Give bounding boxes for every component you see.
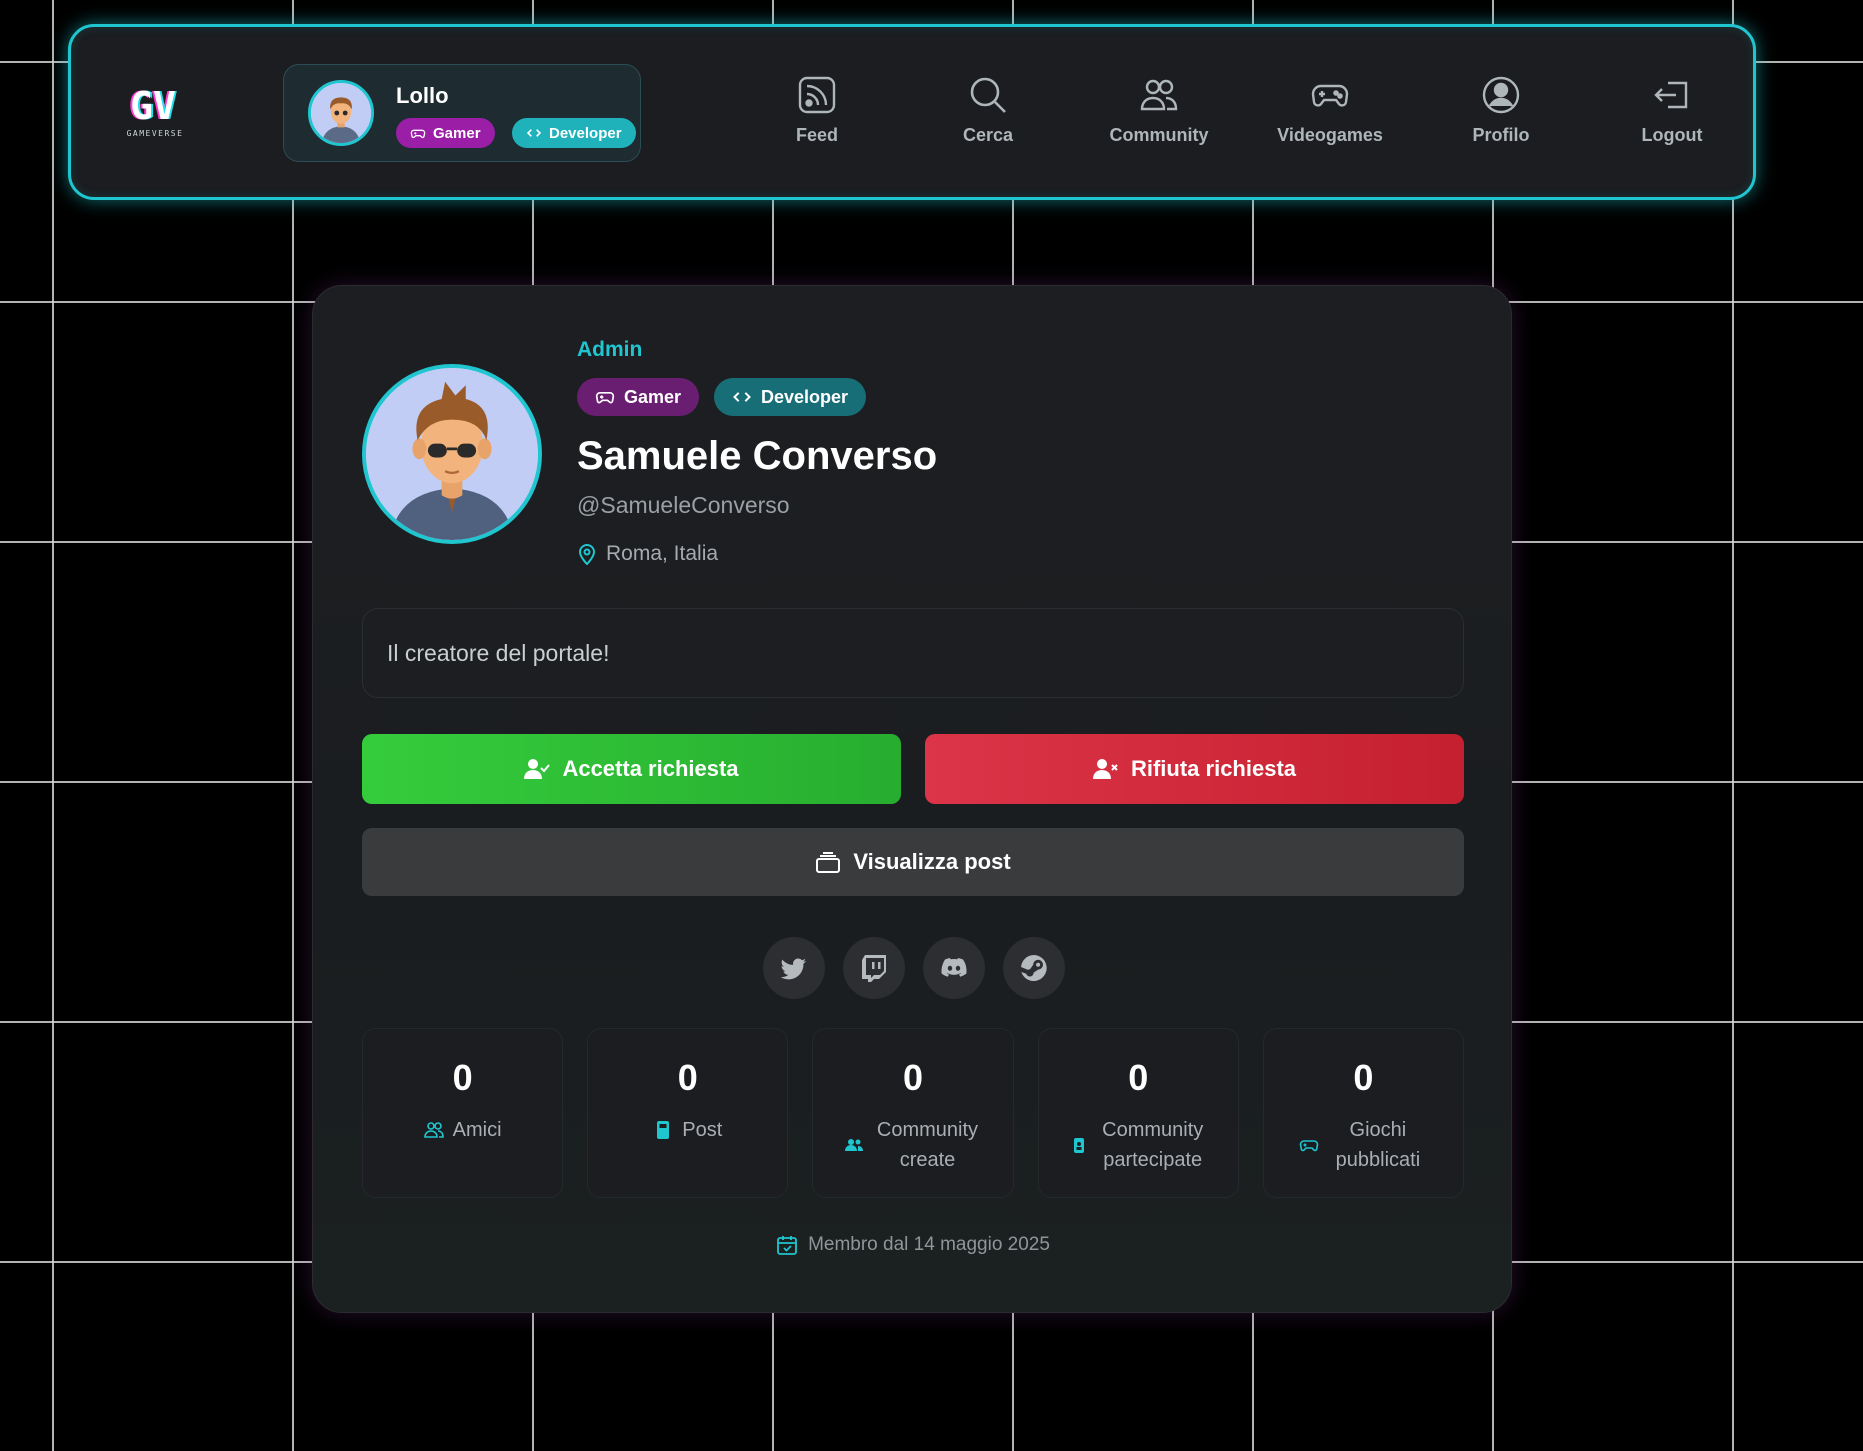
profile-badge-developer: Developer — [714, 378, 867, 416]
calendar-check-icon — [777, 1236, 797, 1255]
map-pin-icon — [578, 544, 596, 565]
stat-label: Post — [682, 1119, 723, 1141]
profile-full-name: Samuele Converso — [577, 434, 938, 478]
nav-feed[interactable]: Feed — [742, 75, 892, 155]
logo-subtitle: GAMEVERSE — [126, 129, 184, 138]
user-check-icon — [524, 759, 551, 779]
gamepad-icon — [595, 392, 615, 404]
stat-community-create: 0 Community create — [812, 1028, 1014, 1198]
reject-request-button[interactable]: Rifiuta richiesta — [925, 734, 1464, 804]
badge-icon — [1073, 1138, 1084, 1153]
stat-community-partecipate: 0 Community partecipate — [1037, 1028, 1239, 1198]
stat-post: 0 Post — [587, 1028, 789, 1198]
current-user-chip[interactable]: Lollo Gamer Developer — [283, 64, 641, 162]
steam-icon — [1021, 954, 1047, 981]
member-since: Membro dal 14 maggio 2025 — [313, 1234, 1513, 1256]
rss-icon — [798, 76, 836, 114]
twitch-icon — [862, 955, 886, 982]
profile-bio: Il creatore del portale! — [362, 608, 1464, 698]
stat-value: 0 — [1128, 1057, 1149, 1098]
twitter-link[interactable] — [763, 937, 825, 999]
accept-request-button[interactable]: Accetta richiesta — [362, 734, 901, 804]
stat-label: Community create — [876, 1119, 979, 1171]
profile-badge-gamer: Gamer — [577, 378, 700, 416]
post-icon — [657, 1121, 670, 1139]
profile-location: Roma, Italia — [577, 542, 718, 566]
code-icon — [526, 129, 542, 137]
gamepad-icon — [1299, 1140, 1319, 1152]
logo-gv-icon: GV GV GV — [128, 84, 178, 127]
profile-role: Admin — [577, 338, 643, 361]
top-navbar: GV GV GV GAMEVERSE Lollo Gamer Developer — [68, 24, 1756, 200]
people-icon — [423, 1122, 444, 1138]
twitch-link[interactable] — [843, 937, 905, 999]
stat-label: Amici — [452, 1119, 502, 1141]
steam-link[interactable] — [1003, 937, 1065, 999]
search-icon — [970, 77, 1006, 113]
view-posts-button[interactable]: Visualizza post — [362, 828, 1464, 896]
user-badge-developer: Developer — [512, 118, 636, 148]
user-x-icon — [1092, 759, 1118, 779]
stat-label: Giochi pubblicati — [1335, 1119, 1421, 1171]
logout-icon — [1654, 81, 1688, 109]
nav-videogames[interactable]: Videogames — [1255, 75, 1405, 155]
svg-text:GV: GV — [130, 84, 176, 127]
stat-value: 0 — [902, 1057, 924, 1098]
stat-value: 0 — [452, 1057, 473, 1098]
person-circle-icon — [1482, 76, 1520, 114]
controller-icon — [1311, 84, 1349, 107]
profile-stats: 0 Amici 0 Post 0 Community create 0 Comm… — [362, 1028, 1465, 1198]
profile-avatar — [362, 364, 542, 544]
nav-profilo[interactable]: Profilo — [1426, 75, 1576, 155]
user-badge-gamer: Gamer — [396, 118, 495, 148]
users-icon — [844, 1139, 863, 1151]
discord-icon — [941, 958, 967, 977]
nav-community[interactable]: Community — [1084, 75, 1234, 155]
code-icon — [733, 392, 751, 402]
stat-value: 0 — [1353, 1057, 1374, 1098]
stat-value: 0 — [677, 1057, 698, 1098]
social-links — [763, 937, 1065, 999]
collection-icon — [816, 852, 841, 873]
profile-handle: @SamueleConverso — [577, 492, 790, 518]
stat-label: Community partecipate — [1102, 1119, 1204, 1171]
discord-link[interactable] — [923, 937, 985, 999]
stat-giochi-pubblicati: 0 Giochi pubblicati — [1262, 1028, 1465, 1198]
twitter-icon — [780, 958, 806, 980]
stat-amici: 0 Amici — [362, 1028, 564, 1198]
people-icon — [1140, 79, 1178, 111]
user-avatar — [308, 80, 374, 146]
nav-logout[interactable]: Logout — [1597, 75, 1747, 155]
gameverse-logo[interactable]: GV GV GV GAMEVERSE — [115, 83, 195, 143]
nav-cerca[interactable]: Cerca — [913, 75, 1063, 155]
user-name: Lollo — [396, 83, 449, 108]
gamepad-icon — [410, 129, 426, 139]
profile-card: Admin Gamer Developer Samuele Converso @… — [312, 285, 1512, 1313]
